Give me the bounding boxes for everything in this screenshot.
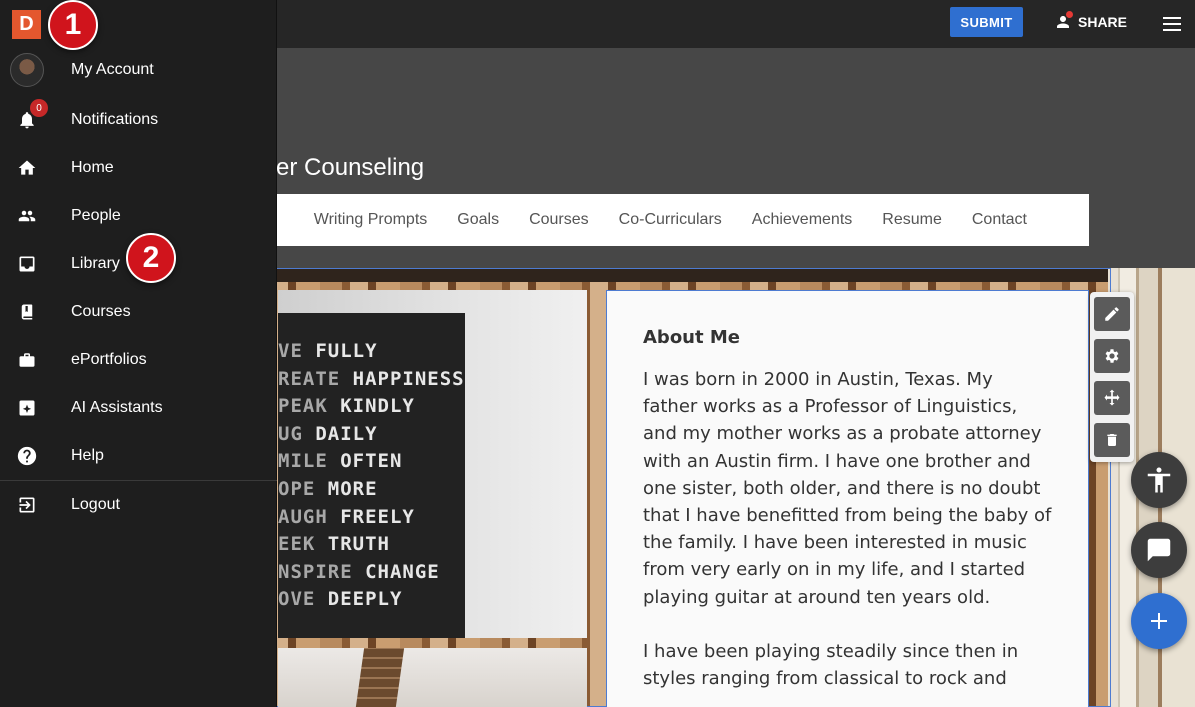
chat-bubble-icon [1147, 538, 1171, 562]
sign-line: MILE OFTEN [278, 450, 403, 473]
tab-achievements[interactable]: Achievements [752, 211, 853, 229]
sidebar-item-label: Notifications [71, 111, 159, 128]
sidebar-item-label: Help [71, 447, 104, 464]
book-icon [15, 300, 39, 324]
tab-writing-prompts[interactable]: Writing Prompts [314, 211, 428, 229]
guitar-neck-image [355, 648, 405, 707]
app-logo[interactable]: D [12, 10, 41, 39]
share-button[interactable]: SHARE [1054, 7, 1127, 37]
home-icon [15, 156, 39, 180]
sign-line: OPE MORE [278, 477, 378, 500]
sign-line: AUGH FREELY [278, 505, 415, 528]
briefcase-icon [15, 348, 39, 372]
trash-icon[interactable] [1094, 423, 1130, 457]
about-paragraph: I have been playing steadily since then … [643, 640, 1019, 690]
person-icon [1054, 11, 1073, 31]
people-icon [15, 204, 39, 228]
about-paragraph: I was born in 2000 in Austin, Texas. My … [643, 369, 1052, 608]
sidebar-item-label: Courses [71, 303, 131, 320]
chat-button[interactable] [1131, 522, 1187, 578]
sidebar-item-eportfolios[interactable]: ePortfolios [0, 337, 277, 383]
sidebar-item-people[interactable]: People [0, 193, 277, 239]
sidebar-divider [0, 480, 277, 481]
sidebar-item-my-account[interactable]: My Account [0, 47, 277, 93]
sidebar-item-label: My Account [71, 61, 154, 78]
tab-co-curriculars[interactable]: Co-Curriculars [619, 211, 722, 229]
sidebar-item-label: People [71, 207, 121, 224]
sign-line: REATE HAPPINESS [278, 367, 465, 390]
navigation-drawer: D My Account Notifications 0 Home People… [0, 0, 277, 707]
tab-resume[interactable]: Resume [882, 211, 942, 229]
sidebar-item-label: Logout [71, 496, 120, 513]
accessibility-icon [1147, 467, 1171, 493]
tab-contact[interactable]: Contact [972, 211, 1027, 229]
inbox-icon [15, 252, 39, 276]
gear-icon[interactable] [1094, 339, 1130, 373]
sidebar-item-courses[interactable]: Courses [0, 289, 277, 335]
avatar [10, 53, 44, 87]
sign-line: VE FULLY [278, 340, 378, 362]
add-block-button[interactable] [1131, 593, 1187, 649]
accessibility-button[interactable] [1131, 452, 1187, 508]
submit-button[interactable]: SUBMIT [950, 7, 1023, 37]
sidebar-item-label: ePortfolios [71, 351, 147, 368]
notification-count-badge: 0 [30, 99, 48, 117]
help-icon [15, 444, 39, 468]
tab-goals[interactable]: Goals [457, 211, 499, 229]
sidebar-item-ai-assistants[interactable]: AI Assistants [0, 385, 277, 431]
sign-line: OVE DEEPLY [278, 588, 403, 611]
logout-icon [15, 493, 39, 517]
sidebar-item-label: AI Assistants [71, 399, 163, 416]
sidebar-item-label: Home [71, 159, 114, 176]
tab-courses[interactable]: Courses [529, 211, 589, 229]
guitar-photo [278, 648, 587, 707]
sign-line: PEAK KINDLY [278, 395, 415, 418]
move-arrows-icon[interactable] [1094, 381, 1130, 415]
edit-pencil-icon[interactable] [1094, 297, 1130, 331]
about-text: I was born in 2000 in Austin, Texas. My … [643, 366, 1052, 692]
sidebar-item-home[interactable]: Home [0, 145, 277, 191]
step-badge: 2 [126, 233, 176, 283]
sign-text: VE FULLY REATE HAPPINESS PEAK KINDLY UG … [278, 338, 478, 614]
hamburger-menu-icon[interactable] [1160, 12, 1184, 36]
share-label: SHARE [1078, 14, 1128, 30]
sidebar-item-logout[interactable]: Logout [0, 482, 277, 528]
block-edit-toolbar [1090, 292, 1134, 462]
sidebar-item-label: Library [71, 255, 120, 272]
sign-line: EEK TRUTH [278, 533, 390, 556]
about-title: About Me [643, 327, 740, 348]
step-badge: 1 [48, 0, 98, 50]
share-notification-dot [1066, 11, 1073, 18]
sidebar-item-help[interactable]: Help [0, 433, 277, 479]
sign-line: NSPIRE CHANGE [278, 560, 440, 583]
plus-icon [1151, 613, 1167, 629]
sign-line: UG DAILY [278, 422, 378, 445]
about-me-card: About Me I was born in 2000 in Austin, T… [606, 290, 1089, 707]
sparkle-icon [15, 396, 39, 420]
